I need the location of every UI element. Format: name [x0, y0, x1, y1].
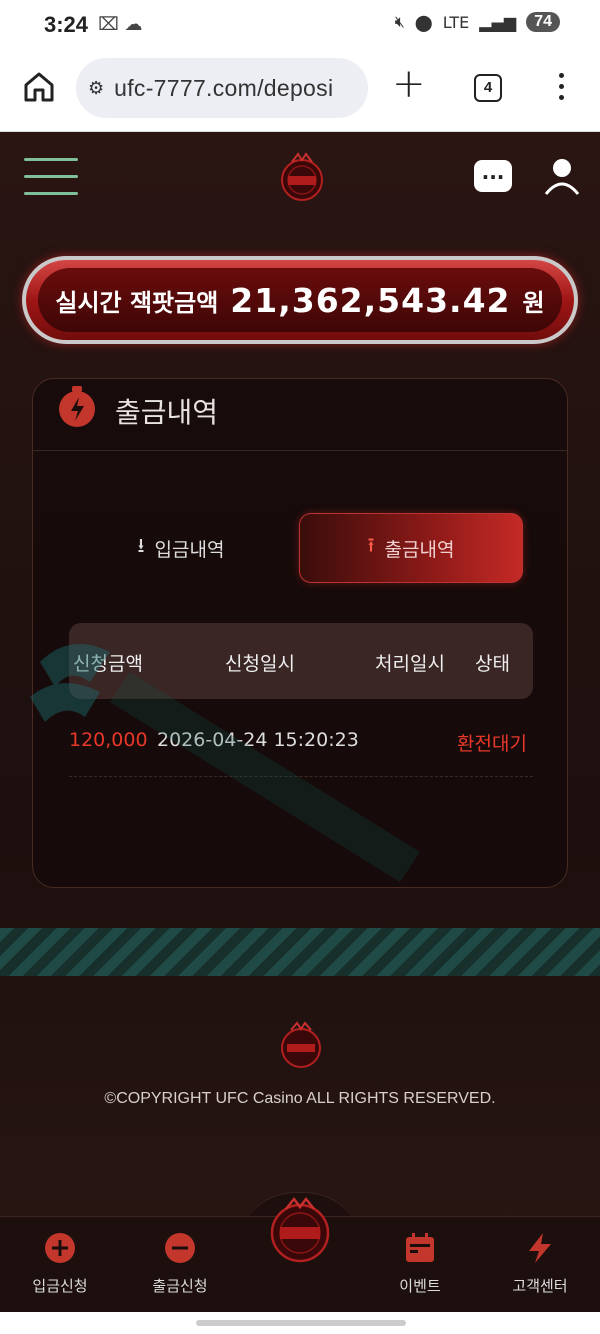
- row-amount: 120,000: [69, 729, 148, 751]
- nav-label: 이벤트: [399, 1277, 441, 1295]
- column-header: 신청금액: [73, 653, 143, 675]
- nav-home-logo[interactable]: [268, 1195, 332, 1265]
- chat-icon: ...: [481, 160, 505, 184]
- tab-deposit-history[interactable]: ⭳ 입금내역: [69, 513, 293, 583]
- browser-menu-button[interactable]: [556, 70, 566, 106]
- nav-events[interactable]: 이벤트: [370, 1231, 470, 1296]
- tab-label: 입금내역: [154, 538, 225, 561]
- hamburger-menu-button[interactable]: [24, 158, 78, 196]
- nav-label: 고객센터: [512, 1277, 568, 1295]
- nav-withdraw-request[interactable]: 출금신청: [130, 1231, 230, 1296]
- jackpot-value: 21,362,543.42: [230, 280, 511, 320]
- site-settings-icon[interactable]: ⚙: [88, 78, 104, 99]
- table-header: 신청금액 신청일시 처리일시 상태: [69, 623, 533, 699]
- row-requested-at: 2026-04-24 15:20:23: [157, 729, 359, 751]
- jackpot-banner: 실시간 잭팟금액 21,362,543.42 원: [22, 256, 578, 344]
- upload-icon: ⭱: [367, 533, 375, 557]
- new-tab-button[interactable]: +: [392, 64, 426, 104]
- status-right: 🔇︎ ⬤ LTE ▂▄▆ 74: [395, 12, 560, 32]
- nav-deposit-request[interactable]: 입금신청: [10, 1231, 110, 1296]
- tab-switcher-button[interactable]: 4: [474, 74, 502, 102]
- jackpot-label: 실시간 잭팟금액: [55, 288, 219, 317]
- decorative-band: [0, 928, 600, 976]
- plus-circle-icon: [45, 1233, 75, 1263]
- download-icon: ⭳: [137, 533, 145, 557]
- tab-label: 출금내역: [384, 538, 455, 561]
- column-header: 상태: [475, 653, 510, 675]
- signal-icon: ▂▄▆: [479, 12, 517, 32]
- home-icon[interactable]: [22, 70, 56, 104]
- column-header: 처리일시: [375, 653, 445, 675]
- row-status: 환전대기: [457, 733, 527, 755]
- gesture-handle[interactable]: [196, 1320, 406, 1326]
- site-content: ... 실시간 잭팟금액 21,362,543.42 원 출금내역 ⭳ 입금내역…: [0, 132, 600, 1312]
- network-label: LTE: [442, 12, 470, 32]
- bottom-navigation: 입금신청 출금신청 이벤트 고객센터: [0, 1196, 600, 1312]
- location-icon: ⬤: [414, 12, 433, 32]
- nav-label: 입금신청: [32, 1277, 88, 1295]
- card-header: 출금내역: [33, 379, 567, 451]
- tab-withdraw-history[interactable]: ⭱ 출금내역: [299, 513, 523, 583]
- card-title: 출금내역: [115, 396, 219, 429]
- nav-customer-center[interactable]: 고객센터: [490, 1231, 590, 1296]
- footer-logo-icon: [281, 1021, 321, 1068]
- copyright-text: ©COPYRIGHT UFC Casino ALL RIGHTS RESERVE…: [104, 1090, 496, 1107]
- column-header: 신청일시: [225, 653, 295, 675]
- withdrawal-history-card: 출금내역 ⭳ 입금내역 ⭱ 출금내역 신청금액 신청일시 처리일시 상태 120…: [32, 378, 568, 888]
- battery-badge: 74: [526, 12, 560, 32]
- chat-button[interactable]: ...: [474, 160, 512, 192]
- nav-label: 출금신청: [152, 1277, 208, 1295]
- status-bar: 3:24 ⌧ ☁ 🔇︎ ⬤ LTE ▂▄▆ 74: [0, 0, 600, 52]
- ufc-logo-icon[interactable]: [278, 150, 326, 206]
- lightning-icon: [529, 1233, 551, 1263]
- url-text: ufc-7777.com/deposi: [114, 74, 334, 101]
- browser-toolbar: ⚙ ufc-7777.com/deposi + 4: [0, 52, 600, 132]
- calendar-icon: [406, 1233, 434, 1262]
- mute-icon: 🔇︎: [394, 12, 405, 31]
- notification-icons: ⌧ ☁: [98, 14, 143, 35]
- address-bar[interactable]: ⚙ ufc-7777.com/deposi: [76, 58, 368, 118]
- minus-circle-icon: [165, 1233, 195, 1263]
- user-icon[interactable]: [544, 156, 580, 196]
- timer-icon: [59, 386, 95, 427]
- table-row: 120,000 2026-04-24 15:20:23 환전대기: [69, 723, 533, 777]
- jackpot-unit: 원: [522, 288, 545, 317]
- status-time: 3:24: [44, 12, 89, 37]
